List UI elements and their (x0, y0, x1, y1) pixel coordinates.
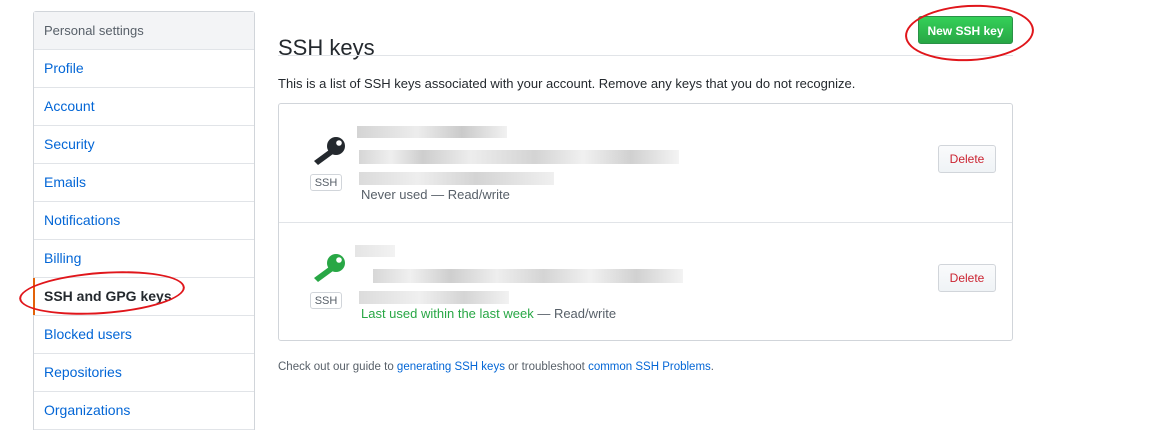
new-ssh-key-button[interactable]: New SSH key (918, 16, 1013, 44)
key-usage-main: Never used (361, 187, 428, 202)
key-access-level: — Read/write (533, 306, 617, 321)
footer-text: or troubleshoot (504, 361, 589, 373)
sidebar-header: Personal settings (34, 12, 254, 50)
key-type-badge: SSH (310, 292, 342, 309)
title-divider (278, 55, 1013, 56)
key-usage-status: Last used within the last week — Read/wr… (361, 306, 616, 321)
key-type-badge: SSH (310, 174, 342, 191)
ssh-key-row: SSH Last used within the last week — Rea… (279, 223, 1012, 341)
footer-text: . (710, 361, 714, 373)
delete-key-button[interactable]: Delete (938, 145, 996, 173)
footer-text: Check out our guide to (278, 361, 397, 373)
common-ssh-problems-link[interactable]: common SSH Problems (588, 361, 711, 373)
ssh-key-row: SSH Never used — Read/write Delete (279, 104, 1012, 223)
sidebar-item-notifications[interactable]: Notifications (34, 202, 254, 240)
sidebar-item-organizations[interactable]: Organizations (34, 392, 254, 430)
sidebar-item-profile[interactable]: Profile (34, 50, 254, 88)
sidebar-item-ssh-gpg-keys[interactable]: SSH and GPG keys (33, 278, 254, 316)
help-footer: Check out our guide to generating SSH ke… (278, 361, 714, 373)
ssh-key-list: SSH Never used — Read/write Delete SSH L… (278, 103, 1013, 341)
sidebar-item-security[interactable]: Security (34, 126, 254, 164)
page-title: SSH keys (278, 35, 375, 61)
key-icon (314, 137, 345, 165)
delete-key-button[interactable]: Delete (938, 264, 996, 292)
key-access-level: — Read/write (427, 187, 510, 202)
key-usage-status: Never used — Read/write (361, 187, 510, 202)
page-description: This is a list of SSH keys associated wi… (278, 76, 856, 91)
sidebar-item-billing[interactable]: Billing (34, 240, 254, 278)
sidebar-item-blocked-users[interactable]: Blocked users (34, 316, 254, 354)
generating-ssh-keys-link[interactable]: generating SSH keys (397, 361, 505, 373)
sidebar-item-repositories[interactable]: Repositories (34, 354, 254, 392)
key-icon (314, 254, 345, 282)
sidebar-item-account[interactable]: Account (34, 88, 254, 126)
key-last-used: Last used within the last week (361, 306, 534, 321)
settings-sidebar: Personal settings Profile Account Securi… (33, 11, 255, 430)
sidebar-item-emails[interactable]: Emails (34, 164, 254, 202)
